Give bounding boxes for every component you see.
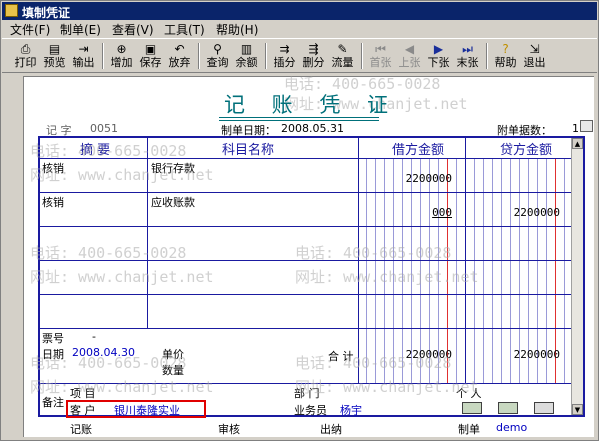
discard-button[interactable]: ↶ 放弃 — [166, 41, 193, 71]
export-icon: ⇥ — [78, 42, 89, 56]
first-button[interactable]: ⏮ 首张 — [367, 41, 394, 71]
row-divider — [40, 192, 573, 193]
watermark-phone: 电话: 400-665-0028 — [295, 244, 452, 262]
record-icon[interactable] — [498, 402, 518, 414]
undo-icon: ↶ — [174, 42, 185, 56]
cash-flow-button[interactable]: ✎ 流量 — [329, 41, 356, 71]
row1-debit[interactable]: 2200000 — [370, 172, 452, 185]
export-button[interactable]: ⇥ 输出 — [70, 41, 97, 71]
voucher-window: 填制凭证 文件(F) 制单(E) 查看(V) 工具(T) 帮助(H) ⎙ 打印 ▤… — [0, 0, 599, 441]
menu-voucher[interactable]: 制单(E) — [60, 21, 101, 38]
debit-header: 借方金额 — [392, 143, 445, 158]
scroll-up-icon[interactable]: ▲ — [572, 138, 583, 149]
bar-chart-icon: ▥ — [240, 42, 253, 56]
row-divider — [40, 328, 573, 329]
print-button[interactable]: ⎙ 打印 — [12, 41, 39, 71]
last-record-icon: ⏭ — [462, 42, 473, 56]
watermark-site: 网址: www.chanjet.net — [295, 378, 479, 396]
delete-row-icon: ⇶ — [308, 42, 319, 56]
attachment-picker-icon[interactable] — [580, 120, 593, 132]
bookkeep-label: 记账 — [70, 423, 92, 436]
toolbar: ⎙ 打印 ▤ 预览 ⇥ 输出 ⊕ 增加 ▣ 保存 ↶ 放弃 ⚲ 查询 ▥ 余额 ⇉ 插分 ⇶ 删分 … — [2, 38, 597, 73]
insert-row-icon: ⇉ — [279, 42, 290, 56]
salesman-label: 业务员 — [294, 404, 327, 417]
toolbar-separator — [361, 43, 363, 69]
toolbar-separator — [486, 43, 488, 69]
first-record-icon: ⏮ — [375, 42, 386, 56]
ticket-value: - — [92, 330, 96, 343]
lookup-icon[interactable] — [534, 402, 554, 414]
insert-entry-button[interactable]: ⇉ 插分 — [271, 41, 298, 71]
add-icon: ⊕ — [116, 42, 127, 56]
next-record-icon: ▶ — [433, 42, 444, 56]
watermark-site: 网址: www.chanjet.net — [30, 166, 214, 184]
printer-icon: ⎙ — [20, 42, 31, 56]
menu-help[interactable]: 帮助(H) — [216, 21, 258, 38]
card-icon[interactable] — [462, 402, 482, 414]
exit-icon: ⇲ — [529, 42, 540, 56]
voucher-form: 电话: 400-665-0028 网址: www.chanjet.net 记 账… — [23, 75, 594, 437]
watermark-site: 网址: www.chanjet.net — [295, 268, 479, 286]
credit-header: 贷方金额 — [500, 143, 553, 158]
menu-tools[interactable]: 工具(T) — [164, 21, 205, 38]
ticket-label: 票号 — [42, 332, 64, 345]
help-icon: ? — [502, 42, 509, 56]
voucher-title: 记 账 凭 证 — [224, 93, 399, 117]
voucher-grid: 摘 要 科目名称 借方金额 贷方金额 核销 银行存款 2200000 核销 应收… — [30, 136, 585, 418]
balance-button[interactable]: ▥ 余额 — [233, 41, 260, 71]
watermark-phone: 电话: 400-665-0028 — [30, 354, 187, 372]
exit-button[interactable]: ⇲ 退出 — [521, 41, 548, 71]
menu-file[interactable]: 文件(F) — [10, 21, 50, 38]
title-bar: 填制凭证 — [2, 2, 597, 20]
flow-icon: ✎ — [337, 42, 348, 56]
prev-record-icon: ◀ — [404, 42, 415, 56]
watermark-phone: 电话: 400-665-0028 — [295, 354, 452, 372]
delete-entry-button[interactable]: ⇶ 删分 — [300, 41, 327, 71]
title-underline — [219, 117, 379, 118]
cashier-label: 出纳 — [320, 423, 342, 436]
voucher-number[interactable]: 0051 — [90, 122, 118, 135]
toolbar-separator — [102, 43, 104, 69]
watermark-site: 网址: www.chanjet.net — [30, 268, 214, 286]
row-divider — [40, 294, 573, 295]
query-button[interactable]: ⚲ 查询 — [204, 41, 231, 71]
row-divider — [40, 226, 573, 227]
attachment-count[interactable]: 1 — [572, 122, 579, 135]
watermark-phone: 电话: 400-665-0028 — [30, 244, 187, 262]
help-button[interactable]: ? 帮助 — [492, 41, 519, 71]
row2-account[interactable]: 应收账款 — [151, 194, 195, 210]
account-header: 科目名称 — [222, 143, 275, 158]
add-button[interactable]: ⊕ 增加 — [108, 41, 135, 71]
row2-summary[interactable]: 核销 — [42, 194, 64, 210]
last-button[interactable]: ⏭ 末张 — [454, 41, 481, 71]
customer-highlight — [66, 400, 206, 418]
toolbar-separator — [265, 43, 267, 69]
watermark-phone: 电话: 400-665-0028 — [30, 142, 187, 160]
toolbar-separator — [198, 43, 200, 69]
voucher-date[interactable]: 2008.05.31 — [281, 122, 344, 135]
scroll-down-icon[interactable]: ▼ — [572, 404, 583, 415]
salesman-value[interactable]: 杨宇 — [340, 402, 362, 418]
vertical-scrollbar[interactable]: ▲ ▼ — [571, 138, 583, 415]
save-button[interactable]: ▣ 保存 — [137, 41, 164, 71]
binoculars-icon: ⚲ — [213, 42, 222, 56]
app-icon — [5, 4, 18, 17]
menu-bar: 文件(F) 制单(E) 查看(V) 工具(T) 帮助(H) — [2, 20, 597, 38]
prev-button[interactable]: ◀ 上张 — [396, 41, 423, 71]
preview-button[interactable]: ▤ 预览 — [41, 41, 68, 71]
row2-debit[interactable]: 000 — [370, 206, 452, 219]
maker-value: demo — [496, 421, 528, 434]
total-credit: 2200000 — [513, 348, 560, 361]
preview-icon: ▤ — [48, 42, 61, 56]
next-button[interactable]: ▶ 下张 — [425, 41, 452, 71]
save-icon: ▣ — [144, 42, 157, 56]
row2-credit[interactable]: 2200000 — [478, 206, 560, 219]
maker-label: 制单 — [458, 423, 480, 436]
menu-view[interactable]: 查看(V) — [112, 21, 154, 38]
window-title: 填制凭证 — [22, 6, 71, 20]
audit-label: 审核 — [218, 423, 240, 436]
watermark-site: 网址: www.chanjet.net — [30, 378, 214, 396]
title-underline — [219, 120, 379, 121]
